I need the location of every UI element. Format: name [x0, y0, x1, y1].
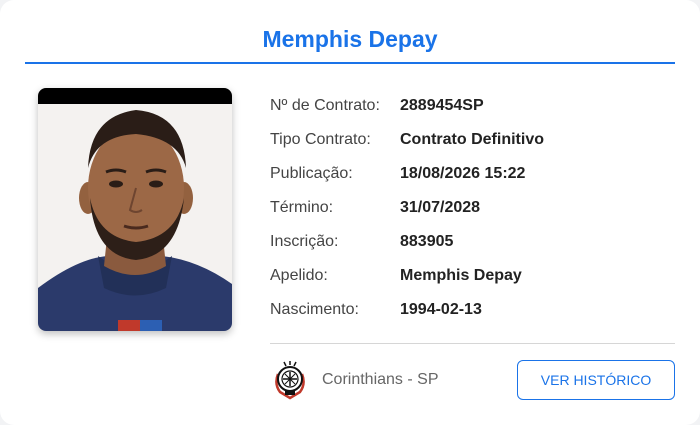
detail-row-contract-type: Tipo Contrato: Contrato Definitivo — [270, 123, 675, 157]
view-history-button[interactable]: VER HISTÓRICO — [517, 360, 675, 400]
contract-type-label: Tipo Contrato: — [270, 131, 371, 148]
player-card: Memphis Depay Nº de Contrato: 2889454SP … — [0, 0, 700, 425]
birth-date-label: Nascimento: — [270, 301, 359, 318]
section-divider — [270, 343, 675, 344]
detail-row-end-date: Término: 31/07/2028 — [270, 191, 675, 225]
detail-row-contract-number: Nº de Contrato: 2889454SP — [270, 89, 675, 123]
nickname-label: Apelido: — [270, 267, 328, 284]
nickname-value: Memphis Depay — [400, 267, 522, 284]
detail-row-nickname: Apelido: Memphis Depay — [270, 259, 675, 293]
contract-details: Nº de Contrato: 2889454SP Tipo Contrato:… — [270, 89, 675, 327]
contract-number-label: Nº de Contrato: — [270, 97, 380, 114]
publication-label: Publicação: — [270, 165, 353, 182]
corinthians-crest-icon — [272, 360, 308, 400]
contract-type-value: Contrato Definitivo — [400, 131, 544, 148]
registration-label: Inscrição: — [270, 233, 339, 250]
detail-row-registration: Inscrição: 883905 — [270, 225, 675, 259]
player-name-title: Memphis Depay — [25, 0, 675, 64]
detail-row-publication: Publicação: 18/08/2026 15:22 — [270, 157, 675, 191]
birth-date-value: 1994-02-13 — [400, 301, 482, 318]
player-photo — [38, 88, 232, 331]
contract-number-value: 2889454SP — [400, 97, 484, 114]
detail-row-birth-date: Nascimento: 1994-02-13 — [270, 293, 675, 327]
registration-value: 883905 — [400, 233, 454, 250]
end-date-label: Término: — [270, 199, 334, 216]
end-date-value: 31/07/2028 — [400, 199, 481, 216]
publication-value: 18/08/2026 15:22 — [400, 165, 526, 182]
club-name: Corinthians - SP — [322, 371, 439, 388]
club-info: Corinthians - SP — [272, 360, 512, 400]
